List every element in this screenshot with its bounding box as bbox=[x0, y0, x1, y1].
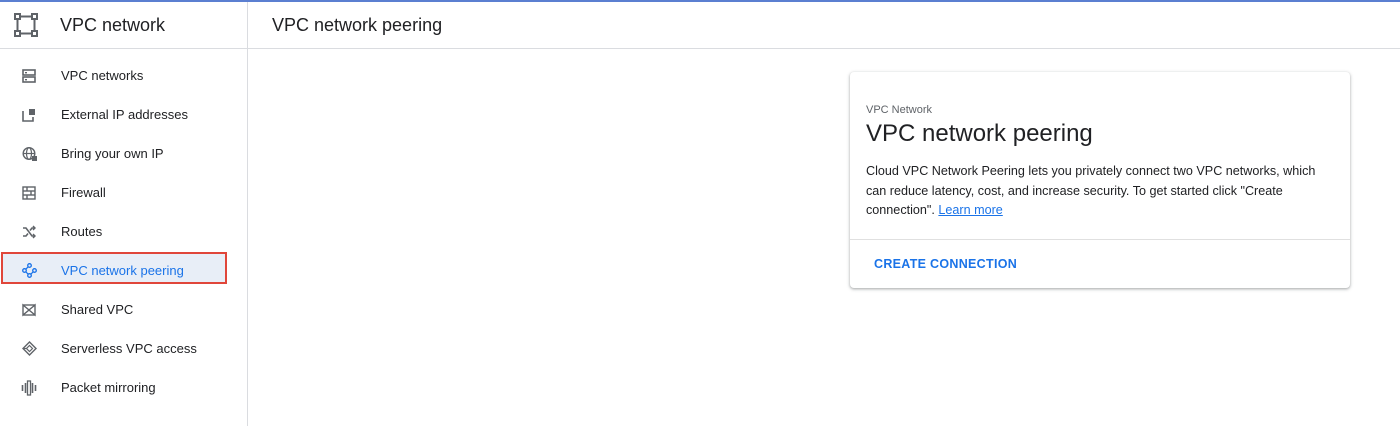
sidebar-item-vpc-network-peering[interactable]: VPC network peering bbox=[0, 251, 247, 290]
sidebar-item-routes[interactable]: Routes bbox=[0, 212, 247, 251]
packet-mirroring-icon bbox=[21, 379, 37, 396]
sidebar-item-label: Firewall bbox=[61, 185, 106, 200]
product-title: VPC network bbox=[60, 14, 166, 35]
sidebar-item-label: VPC network peering bbox=[61, 263, 184, 278]
sidebar-item-label: External IP addresses bbox=[61, 107, 188, 122]
sidebar-item-label: Packet mirroring bbox=[61, 380, 156, 395]
shared-vpc-icon bbox=[21, 302, 37, 318]
serverless-icon bbox=[21, 341, 37, 357]
external-ip-icon bbox=[21, 107, 37, 123]
main-header: VPC network peering bbox=[248, 2, 1400, 49]
page-title: VPC network peering bbox=[272, 14, 443, 35]
sidebar-item-packet-mirroring[interactable]: Packet mirroring bbox=[0, 368, 247, 407]
empty-state-card: VPC Network VPC network peering Cloud VP… bbox=[850, 72, 1350, 288]
main-content: VPC network peering VPC Network VPC netw… bbox=[248, 2, 1400, 426]
peering-icon bbox=[21, 263, 37, 279]
sidebar-item-label: Routes bbox=[61, 224, 103, 239]
sidebar-item-label: Bring your own IP bbox=[61, 146, 164, 161]
card-body: VPC Network VPC network peering Cloud VP… bbox=[850, 72, 1350, 240]
vpc-networks-icon bbox=[21, 68, 37, 84]
card-description-text: Cloud VPC Network Peering lets you priva… bbox=[866, 164, 1316, 217]
sidebar-item-firewall[interactable]: Firewall bbox=[0, 173, 247, 212]
sidebar-item-shared-vpc[interactable]: Shared VPC bbox=[0, 290, 247, 329]
sidebar-item-serverless-vpc-access[interactable]: Serverless VPC access bbox=[0, 329, 247, 368]
globe-icon bbox=[21, 146, 37, 162]
sidebar-item-label: Serverless VPC access bbox=[61, 341, 197, 356]
sidebar-nav: VPC networks External IP addresses Bring… bbox=[0, 56, 247, 407]
create-connection-button[interactable]: CREATE CONNECTION bbox=[866, 249, 1025, 279]
sidebar: VPC network VPC networks External IP add… bbox=[0, 2, 248, 426]
sidebar-item-label: VPC networks bbox=[61, 68, 144, 83]
sidebar-item-bring-your-own-ip[interactable]: Bring your own IP bbox=[0, 134, 247, 173]
firewall-icon bbox=[21, 185, 37, 201]
card-title: VPC network peering bbox=[866, 120, 1093, 147]
vpc-network-icon bbox=[13, 12, 39, 38]
sidebar-item-label: Shared VPC bbox=[61, 302, 134, 317]
sidebar-item-vpc-networks[interactable]: VPC networks bbox=[0, 56, 247, 95]
sidebar-item-external-ip-addresses[interactable]: External IP addresses bbox=[0, 95, 247, 134]
card-description: Cloud VPC Network Peering lets you priva… bbox=[866, 162, 1334, 221]
card-eyebrow: VPC Network bbox=[866, 104, 933, 116]
routes-icon bbox=[21, 224, 37, 240]
learn-more-link[interactable]: Learn more bbox=[938, 203, 1002, 217]
card-actions: CREATE CONNECTION bbox=[850, 240, 1350, 287]
sidebar-header: VPC network bbox=[0, 2, 247, 49]
